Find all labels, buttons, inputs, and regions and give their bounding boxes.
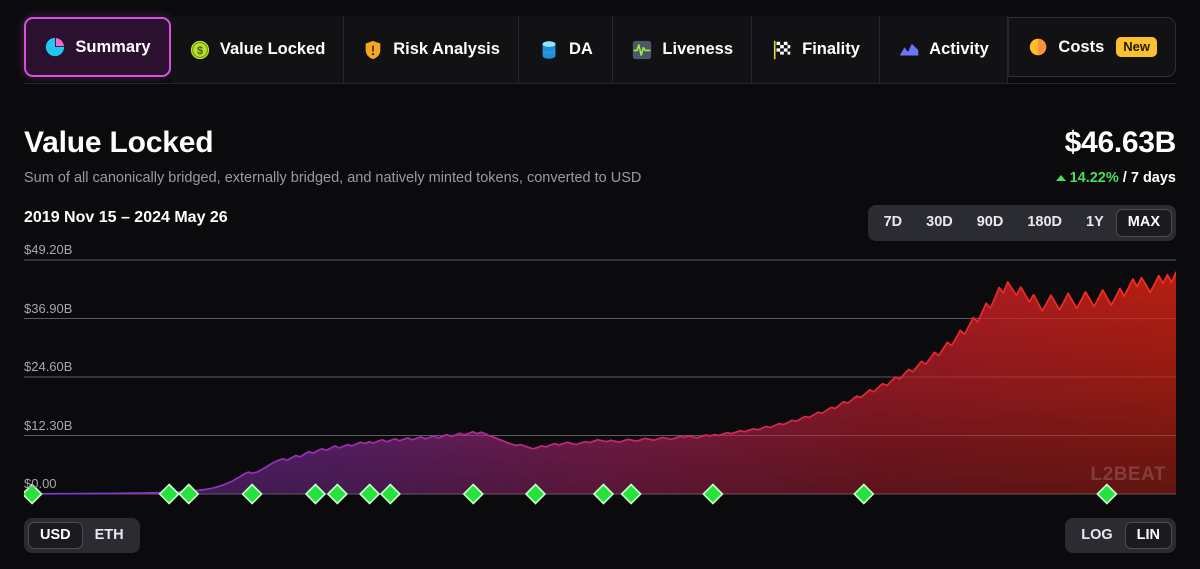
currency-button-usd[interactable]: USD [28, 521, 83, 549]
y-axis-label: $12.30B [24, 417, 73, 433]
tab-summary[interactable]: Summary [24, 17, 171, 77]
tab-risk-analysis[interactable]: Risk Analysis [344, 16, 519, 83]
tab-costs[interactable]: Costs New [1008, 17, 1177, 77]
tab-finality[interactable]: Finality [752, 16, 880, 83]
range-button-7d[interactable]: 7D [872, 209, 915, 237]
shield-warning-icon [362, 39, 384, 61]
range-button-30d[interactable]: 30D [914, 209, 965, 237]
tab-liveness[interactable]: Liveness [612, 16, 753, 83]
time-range-picker[interactable]: 7D 30D 90D 180D 1Y MAX [867, 205, 1176, 241]
y-axis-label: $49.20B [24, 242, 73, 257]
svg-text:$: $ [197, 45, 203, 57]
chart-canvas[interactable] [24, 246, 1176, 508]
tab-label: Liveness [662, 40, 734, 59]
currency-toggle[interactable]: USD ETH [24, 517, 140, 553]
tab-label: DA [568, 40, 593, 59]
database-icon [538, 39, 560, 61]
scale-button-log[interactable]: LOG [1069, 522, 1124, 550]
checkered-flag-icon [771, 39, 793, 61]
range-button-180d[interactable]: 180D [1015, 209, 1074, 237]
pie-chart-icon [44, 36, 66, 58]
project-tab-bar: Summary $ Value Locked Risk Analysis DA Liven… [24, 16, 1177, 84]
y-axis-label: $0.00 [24, 476, 57, 491]
tab-label: Value Locked [219, 40, 326, 59]
currency-button-eth[interactable]: ETH [83, 522, 136, 550]
tab-value-locked[interactable]: $ Value Locked [170, 16, 345, 83]
tab-activity[interactable]: Activity [879, 16, 1009, 83]
arrow-up-icon [1055, 174, 1066, 181]
tab-da[interactable]: DA [518, 16, 613, 83]
tab-label: Finality [802, 40, 860, 59]
change-percent: 14.22% [1069, 169, 1119, 186]
tab-label: Costs [1058, 37, 1105, 56]
value-locked-chart[interactable]: $49.20B$36.90B$24.60B$12.30B$0.00 L2BEAT [24, 242, 1176, 508]
orange-circle-icon [1027, 36, 1049, 58]
scale-button-lin[interactable]: LIN [1124, 521, 1172, 549]
change-period: / 7 days [1122, 169, 1176, 186]
y-axis-label: $36.90B [24, 300, 73, 316]
total-value-locked: $46.63B [1064, 126, 1177, 159]
tab-label: Summary [75, 37, 151, 56]
change-row: 14.22% / 7 days [1055, 169, 1176, 186]
scale-toggle[interactable]: LOG LIN [1065, 517, 1176, 553]
page-title: Value Locked [24, 126, 214, 159]
range-button-90d[interactable]: 90D [965, 209, 1016, 237]
range-button-max[interactable]: MAX [1115, 209, 1172, 237]
value-locked-area [24, 272, 1176, 494]
dollar-coin-icon: $ [189, 39, 211, 61]
pulse-icon [631, 39, 653, 61]
milestone-marker[interactable] [178, 483, 200, 505]
chart-header: Value Locked Sum of all canonically brid… [24, 126, 641, 187]
page-subtitle: Sum of all canonically bridged, external… [24, 169, 642, 186]
tab-label: Activity [929, 40, 989, 59]
new-badge: New [1116, 37, 1157, 57]
milestone-marker[interactable] [158, 483, 180, 505]
y-axis-label: $24.60B [24, 359, 73, 374]
tab-label: Risk Analysis [393, 40, 500, 59]
value-locked-page: Summary $ Value Locked Risk Analysis DA Liven… [0, 0, 1200, 569]
chart-header-stats: $46.63B 14.22% / 7 days [1055, 126, 1177, 186]
range-button-1y[interactable]: 1Y [1074, 209, 1116, 237]
date-range-label: 2019 Nov 15 – 2024 May 26 [24, 209, 228, 226]
area-chart-icon [898, 39, 920, 61]
